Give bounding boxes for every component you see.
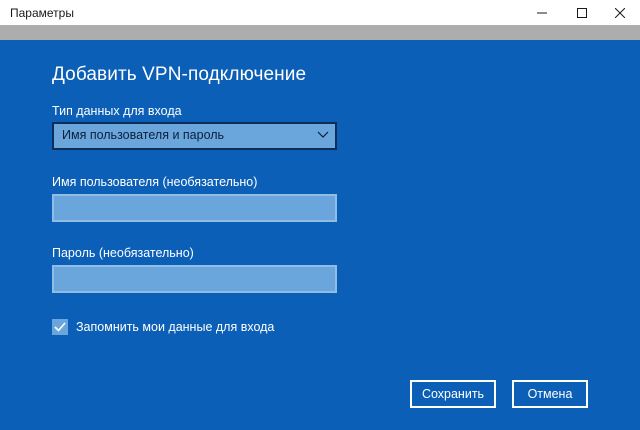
minimize-icon xyxy=(537,12,547,13)
cancel-button[interactable]: Отмена xyxy=(512,380,588,408)
chevron-down-icon xyxy=(317,131,329,138)
checkmark-icon xyxy=(54,322,66,332)
password-label: Пароль (необязательно) xyxy=(52,246,194,260)
window-title: Параметры xyxy=(10,6,74,20)
close-icon xyxy=(614,7,625,18)
title-bar: Параметры xyxy=(0,0,640,25)
remember-label: Запомнить мои данные для входа xyxy=(76,320,275,334)
save-button[interactable]: Сохранить xyxy=(410,380,496,408)
settings-window: Параметры Добавить VPN-подключение Тип д… xyxy=(0,0,640,430)
dialog-heading: Добавить VPN-подключение xyxy=(52,64,307,85)
sign-in-type-label: Тип данных для входа xyxy=(52,104,182,118)
sign-in-type-value: Имя пользователя и пароль xyxy=(62,128,225,142)
background-overlay xyxy=(0,25,640,40)
username-input[interactable] xyxy=(52,194,337,222)
maximize-icon xyxy=(577,7,587,18)
close-button[interactable] xyxy=(599,0,640,25)
add-vpn-dialog: Добавить VPN-подключение Тип данных для … xyxy=(0,40,640,430)
remember-checkbox[interactable] xyxy=(52,319,68,335)
password-input[interactable] xyxy=(52,265,337,293)
username-label: Имя пользователя (необязательно) xyxy=(52,175,258,189)
sign-in-type-dropdown[interactable]: Имя пользователя и пароль xyxy=(52,122,337,150)
